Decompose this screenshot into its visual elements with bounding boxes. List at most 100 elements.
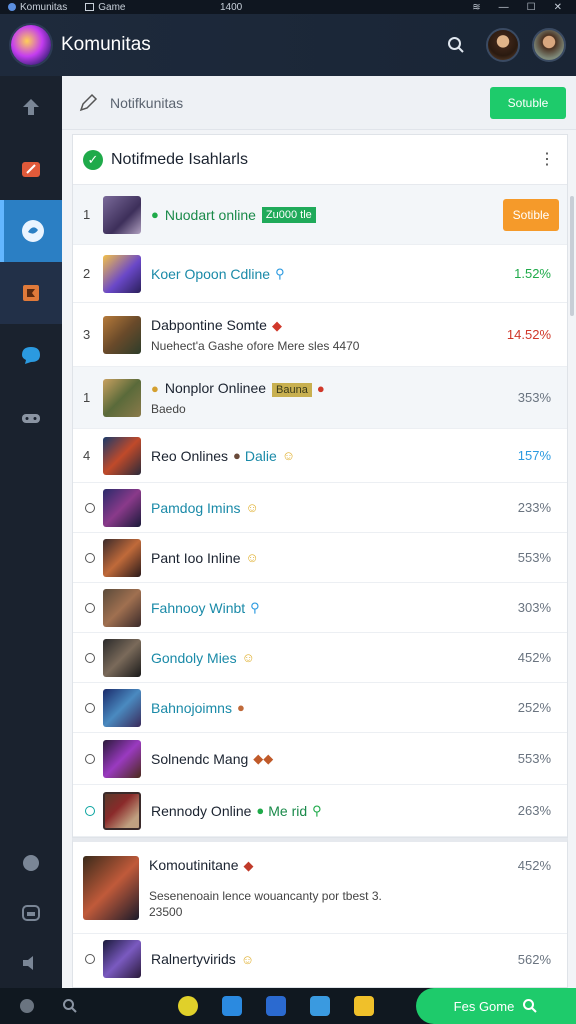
check-icon: ● [151,207,159,222]
list-item[interactable]: Pant Ioo Inline ☺ 553% [73,533,567,583]
community-card: Komoutinitane ◆ Sesenenoain lence wouanca… [72,838,568,988]
game-thumbnail [103,688,141,727]
item-name: Nonplor Onlinee [164,379,267,396]
search-icon[interactable] [62,998,78,1014]
game-thumbnail [103,378,141,417]
radio-icon[interactable] [85,954,95,964]
link-icon: ⚲ [250,599,260,615]
sword-icon: ◆◆ [253,750,274,766]
sidebar [0,76,62,988]
list-item[interactable]: 1 ● Nuodart online Zu000 tle Sotible [73,185,567,245]
item-name: Reo Onlines [151,447,229,464]
item-name: Dabpontine Somte [151,316,267,333]
radio-icon[interactable] [85,552,95,563]
item-extra: Dalie [244,447,277,464]
list-item[interactable]: Bahnojoimns ● 252% [73,683,567,733]
item-name: Rennody Online [151,802,252,819]
smile-icon: ☺ [241,650,255,665]
rank: 4 [83,448,91,463]
app-icon-shield[interactable] [266,996,286,1016]
minimize-icon[interactable]: — [499,2,509,13]
sidebar-item-volume[interactable] [0,938,62,988]
titlebar-time: 1400 [220,1,243,13]
avatar[interactable] [486,28,520,62]
app-icon-g[interactable] [178,996,198,1016]
tag: Bauna [272,382,312,397]
item-percent: 452% [517,858,551,873]
item-percent: 553% [517,751,551,766]
sidebar-item-gamepad[interactable] [0,386,62,448]
scrollbar[interactable] [570,196,574,316]
search-button[interactable] [438,27,474,63]
radio-icon[interactable] [85,602,95,613]
list-item[interactable]: 3 Dabpontine Somte ◆ Nuehect'a Gashe ofor… [73,303,567,367]
avatar-secondary[interactable] [532,28,566,62]
list-item[interactable]: Solnendc Mang ◆◆ 553% [73,733,567,785]
window-icon [85,3,95,11]
item-percent: 303% [517,600,551,615]
rank: 1 [83,207,91,222]
list-item[interactable]: Fahnooy Winbt ⚲ 303% [73,583,567,633]
radio-icon[interactable] [85,702,95,713]
radio-icon[interactable] [85,502,95,513]
game-thumbnail [103,638,141,677]
pencil-icon [79,93,98,111]
search-icon [448,37,464,53]
cta-label: Fes Gome [453,998,515,1014]
list-item[interactable]: Rennody Online ● Me rid ⚲ 263% [73,785,567,837]
avatar-icon: ● [233,448,241,463]
game-thumbnail [103,940,141,978]
fire-icon: ◆ [271,317,282,333]
item-percent: 14.52% [506,327,551,342]
app-title: Komunitas [61,34,151,55]
sidebar-item-flag[interactable] [0,262,62,324]
card-title: Notifmede Isahlarls [111,150,248,168]
sidebar-item-rocket[interactable] [0,138,62,200]
primary-button[interactable]: Sotuble [490,86,566,119]
link-icon: ⚲ [275,265,285,281]
cta-button[interactable]: Fes Gome [416,988,576,1024]
bubble-icon [23,855,39,871]
app-icon-files[interactable] [222,996,242,1016]
list-item[interactable]: Ralnerty​virids ☺ 562% [73,934,567,984]
store-icon [22,905,40,921]
app-icon-note[interactable] [354,996,374,1016]
item-name: Bahnojoimns [151,699,232,716]
settings-icon[interactable] [20,999,34,1013]
alert-icon: ● [316,380,325,396]
app-icon-chat[interactable] [310,996,330,1016]
breadcrumb: Notifkunitas Sotuble [62,76,576,130]
list-item[interactable]: 1 ● Nonplor Onlinee Bauna ● Baedo 353% [73,367,567,429]
close-icon[interactable]: ✕ [554,2,562,13]
coin-icon: ● [151,380,159,396]
item-percent: 157% [517,448,551,463]
more-options-icon[interactable]: ⋮ [539,151,555,168]
sidebar-item-store[interactable] [0,888,62,938]
sidebar-item-chat[interactable] [0,324,62,386]
breadcrumb-text: Notifkunitas [110,94,184,111]
smile-icon: ☺ [245,500,259,515]
main-content: Notifkunitas Sotuble ✓ Notifmede Isahlar… [62,76,576,988]
radio-icon[interactable] [85,805,95,816]
action-button[interactable]: Sotible [503,198,559,231]
chat-icon [22,347,40,364]
sidebar-item-home[interactable] [0,76,62,138]
maximize-icon[interactable]: ☐ [527,2,536,13]
sidebar-item-messages[interactable] [0,838,62,888]
list-item[interactable]: Pamdog Imins ☺ 233% [73,483,567,533]
list-item[interactable]: Komoutinitane ◆ Sesenenoain lence wouanca… [73,842,567,934]
radio-icon[interactable] [85,753,95,764]
rank: 3 [83,327,91,342]
radio-icon[interactable] [85,652,95,663]
item-name: Ralnerty​virids [151,951,236,967]
sidebar-item-community[interactable] [0,200,62,262]
list-item[interactable]: 2 Koer Opoon Cdline ⚲ 1.52% [73,245,567,303]
list-item[interactable]: Gondoly Mies ☺ 452% [73,633,567,683]
game-thumbnail [83,855,139,920]
list-item[interactable]: 4 Reo Onlines ● Dalie ☺ 157% [73,429,567,483]
check-icon: ✓ [83,149,103,170]
gamepad-icon [22,414,40,423]
flag-icon [23,285,39,301]
shield-icon: ● [236,700,245,715]
community-icon [22,220,44,242]
